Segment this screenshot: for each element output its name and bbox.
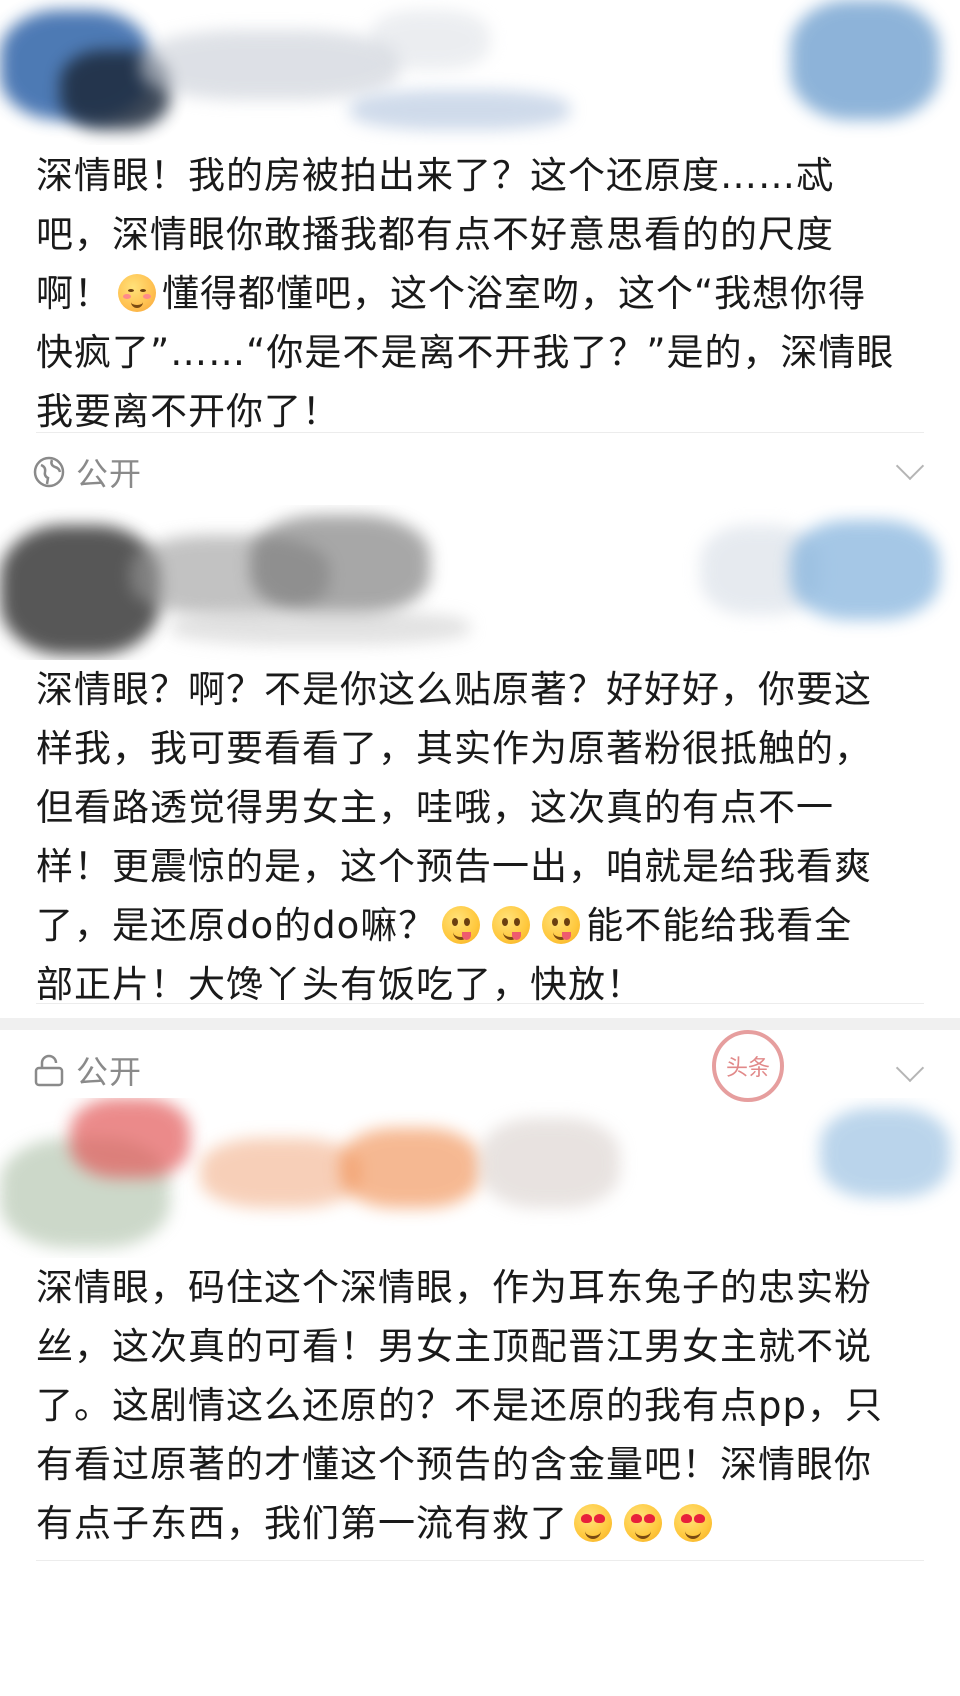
post-1-redacted-header xyxy=(0,0,960,145)
post-3-text: 深情眼，码住这个深情眼，作为耳东兔子的忠实粉 丝，这次真的可看！男女主顶配晋江男… xyxy=(36,1258,924,1553)
post-1-text: 深情眼！我的房被拍出来了？这个还原度……忒 吧，深情眼你敢播我都有点不好意思看的… xyxy=(36,146,924,441)
visibility-label: 公开 xyxy=(76,455,143,493)
heart-eyes-icon xyxy=(624,1504,662,1542)
post-1-line: 吧，深情眼你敢播我都有点不好意思看的的尺度 xyxy=(36,213,834,256)
chevron-down-icon[interactable] xyxy=(895,1053,925,1083)
visibility-public[interactable]: 公开 xyxy=(32,1048,142,1092)
globe-icon xyxy=(33,456,65,488)
post-1-line: 快疯了”……“你是不是离不开我了？”是的，深情眼 xyxy=(36,331,895,374)
yum-face-icon xyxy=(492,906,531,944)
post-3-redacted-header xyxy=(0,1098,960,1258)
post-1-line: 深情眼！我的房被拍出来了？这个还原度……忒 xyxy=(36,154,834,197)
heart-eyes-icon xyxy=(674,1504,712,1542)
post-3-line: 丝，这次真的可看！男女主顶配晋江男女主就不说 xyxy=(36,1325,872,1368)
lock-icon xyxy=(34,1054,64,1087)
yum-face-icon xyxy=(542,906,581,944)
section-separator xyxy=(0,1018,960,1030)
post-2-redacted-header xyxy=(0,505,960,660)
post-2-line: 部正片！大馋丫头有饭吃了，快放！ xyxy=(36,963,644,1006)
yum-face-icon xyxy=(442,906,481,944)
post-2-line: 样我，我可要看看了，其实作为原著粉很抵触的， xyxy=(36,727,872,770)
post-2-line: 样！更震惊的是，这个预告一出，咱就是给我看爽 xyxy=(36,845,872,888)
divider xyxy=(36,432,924,433)
post-2-line: 但看路透觉得男女主，哇哦，这次真的有点不一 xyxy=(36,786,834,829)
shy-face-icon xyxy=(118,274,156,312)
divider xyxy=(36,1003,924,1004)
post-1-line: 啊！ 懂得都懂吧，这个浴室吻，这个“我想你得 xyxy=(36,272,867,315)
post-3-line: 有看过原著的才懂这个预告的含金量吧！深情眼你 xyxy=(36,1443,872,1486)
post-2-line: 深情眼？啊？不是你这么贴原著？好好好，你要这 xyxy=(36,668,872,711)
post-3-line: 了。这剧情这么还原的？不是还原的我有点pp，只 xyxy=(36,1384,883,1427)
watermark-stamp: 头条 xyxy=(712,1030,784,1102)
visibility-label: 公开 xyxy=(76,1053,143,1091)
post-2-text: 深情眼？啊？不是你这么贴原著？好好好，你要这 样我，我可要看看了，其实作为原著粉… xyxy=(36,660,924,1014)
heart-eyes-icon xyxy=(574,1504,612,1542)
post-3-line: 深情眼，码住这个深情眼，作为耳东兔子的忠实粉 xyxy=(36,1266,872,1309)
post-2-line: 了，是还原do的do嘛？ 能不能给我看全 xyxy=(36,904,853,947)
visibility-public[interactable]: 公开 xyxy=(32,450,142,494)
chevron-down-icon[interactable] xyxy=(895,451,925,481)
divider xyxy=(36,1560,924,1561)
post-3-line: 有点子东西，我们第一流有救了 xyxy=(36,1494,924,1553)
